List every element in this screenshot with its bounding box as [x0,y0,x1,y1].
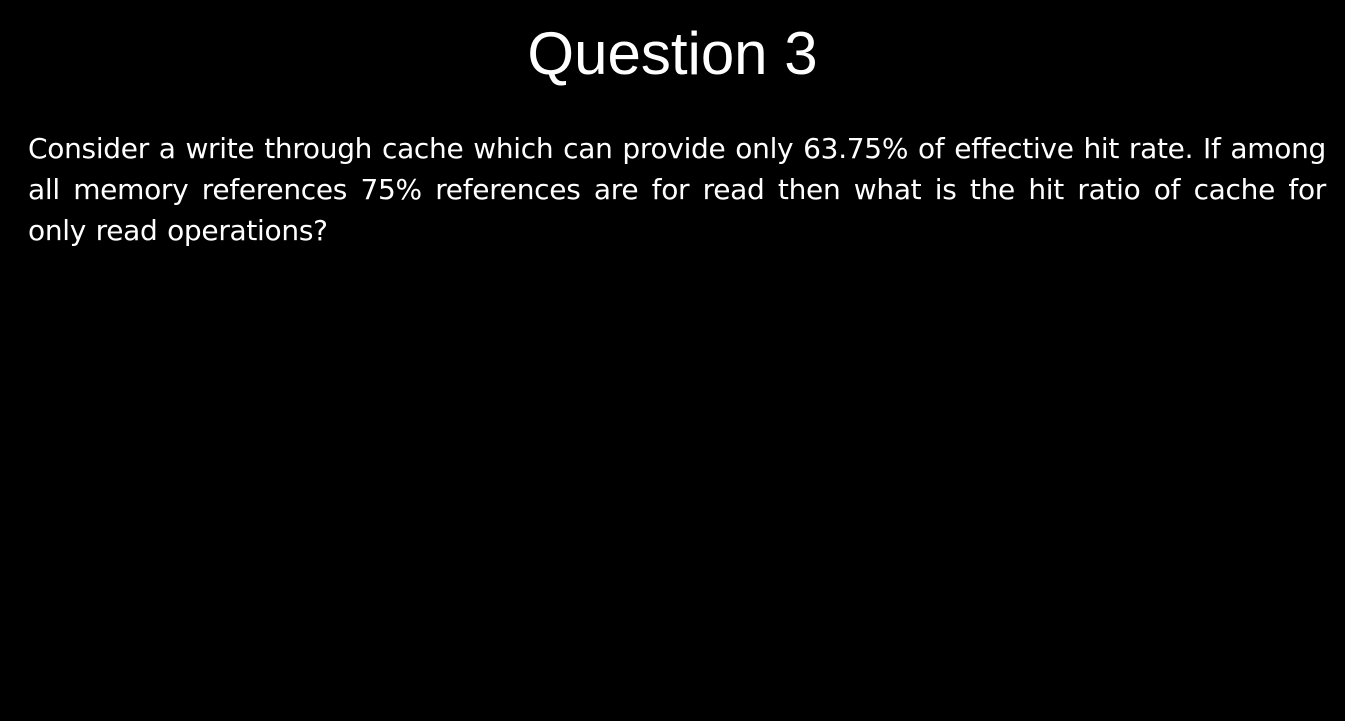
slide-title: Question 3 [527,20,818,87]
question-text: Consider a write through cache which can… [28,132,1326,247]
slide: Question 3 Consider a write through cach… [0,0,1345,721]
